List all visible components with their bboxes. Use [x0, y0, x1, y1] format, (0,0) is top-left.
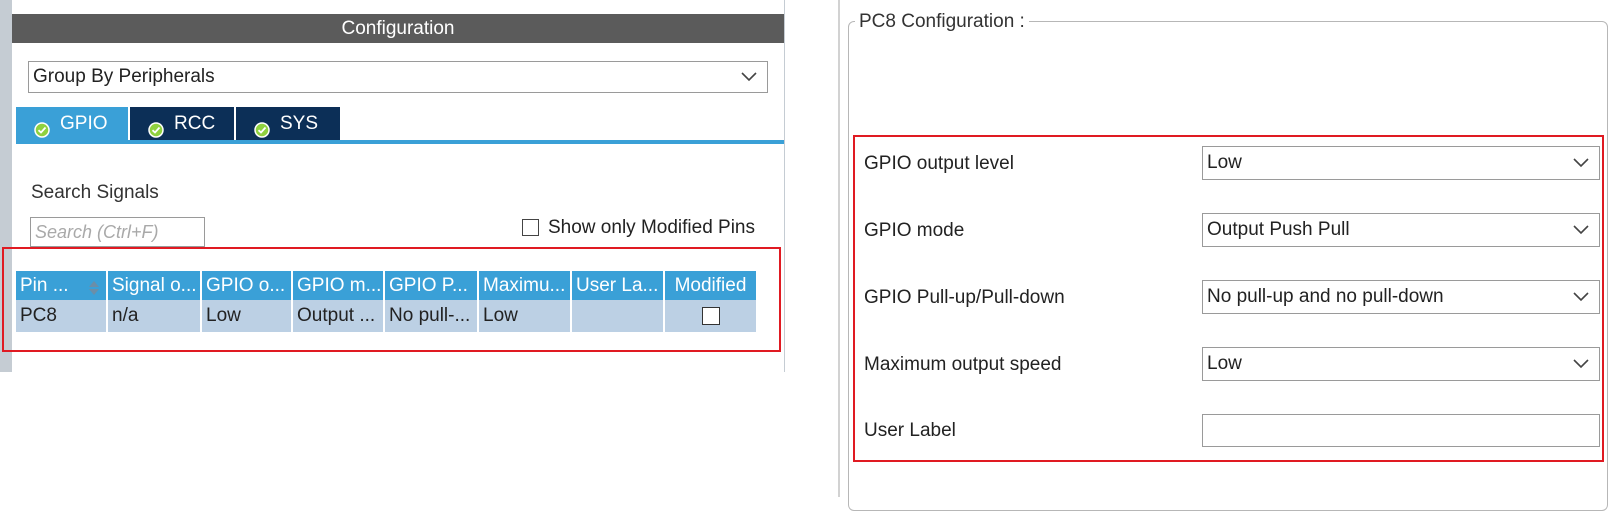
- check-circle-icon: [34, 116, 50, 138]
- highlight-box: [853, 135, 1604, 462]
- show-modified-label: Show only Modified Pins: [548, 217, 755, 238]
- tab-underline: [16, 140, 784, 144]
- tab-label: SYS: [280, 113, 319, 134]
- pin-configuration-legend: PC8 Configuration :: [855, 11, 1029, 33]
- tab-gpio[interactable]: GPIO: [16, 107, 128, 140]
- configuration-header: Configuration: [12, 14, 784, 43]
- search-signals-title: Search Signals: [31, 182, 159, 203]
- check-circle-icon: [148, 116, 164, 138]
- tab-sys[interactable]: SYS: [236, 107, 340, 140]
- check-circle-icon: [254, 116, 270, 138]
- search-input[interactable]: [30, 217, 205, 247]
- tab-label: RCC: [174, 113, 216, 134]
- highlight-box: [2, 247, 781, 352]
- show-modified-checkbox[interactable]: [522, 219, 539, 236]
- tab-rcc[interactable]: RCC: [130, 107, 234, 140]
- chevron-down-icon: [741, 72, 757, 82]
- panel-divider: [838, 0, 840, 497]
- group-by-select-value: Group By Peripherals: [33, 66, 215, 87]
- tab-label: GPIO: [60, 113, 108, 134]
- group-by-select[interactable]: Group By Peripherals: [28, 61, 768, 93]
